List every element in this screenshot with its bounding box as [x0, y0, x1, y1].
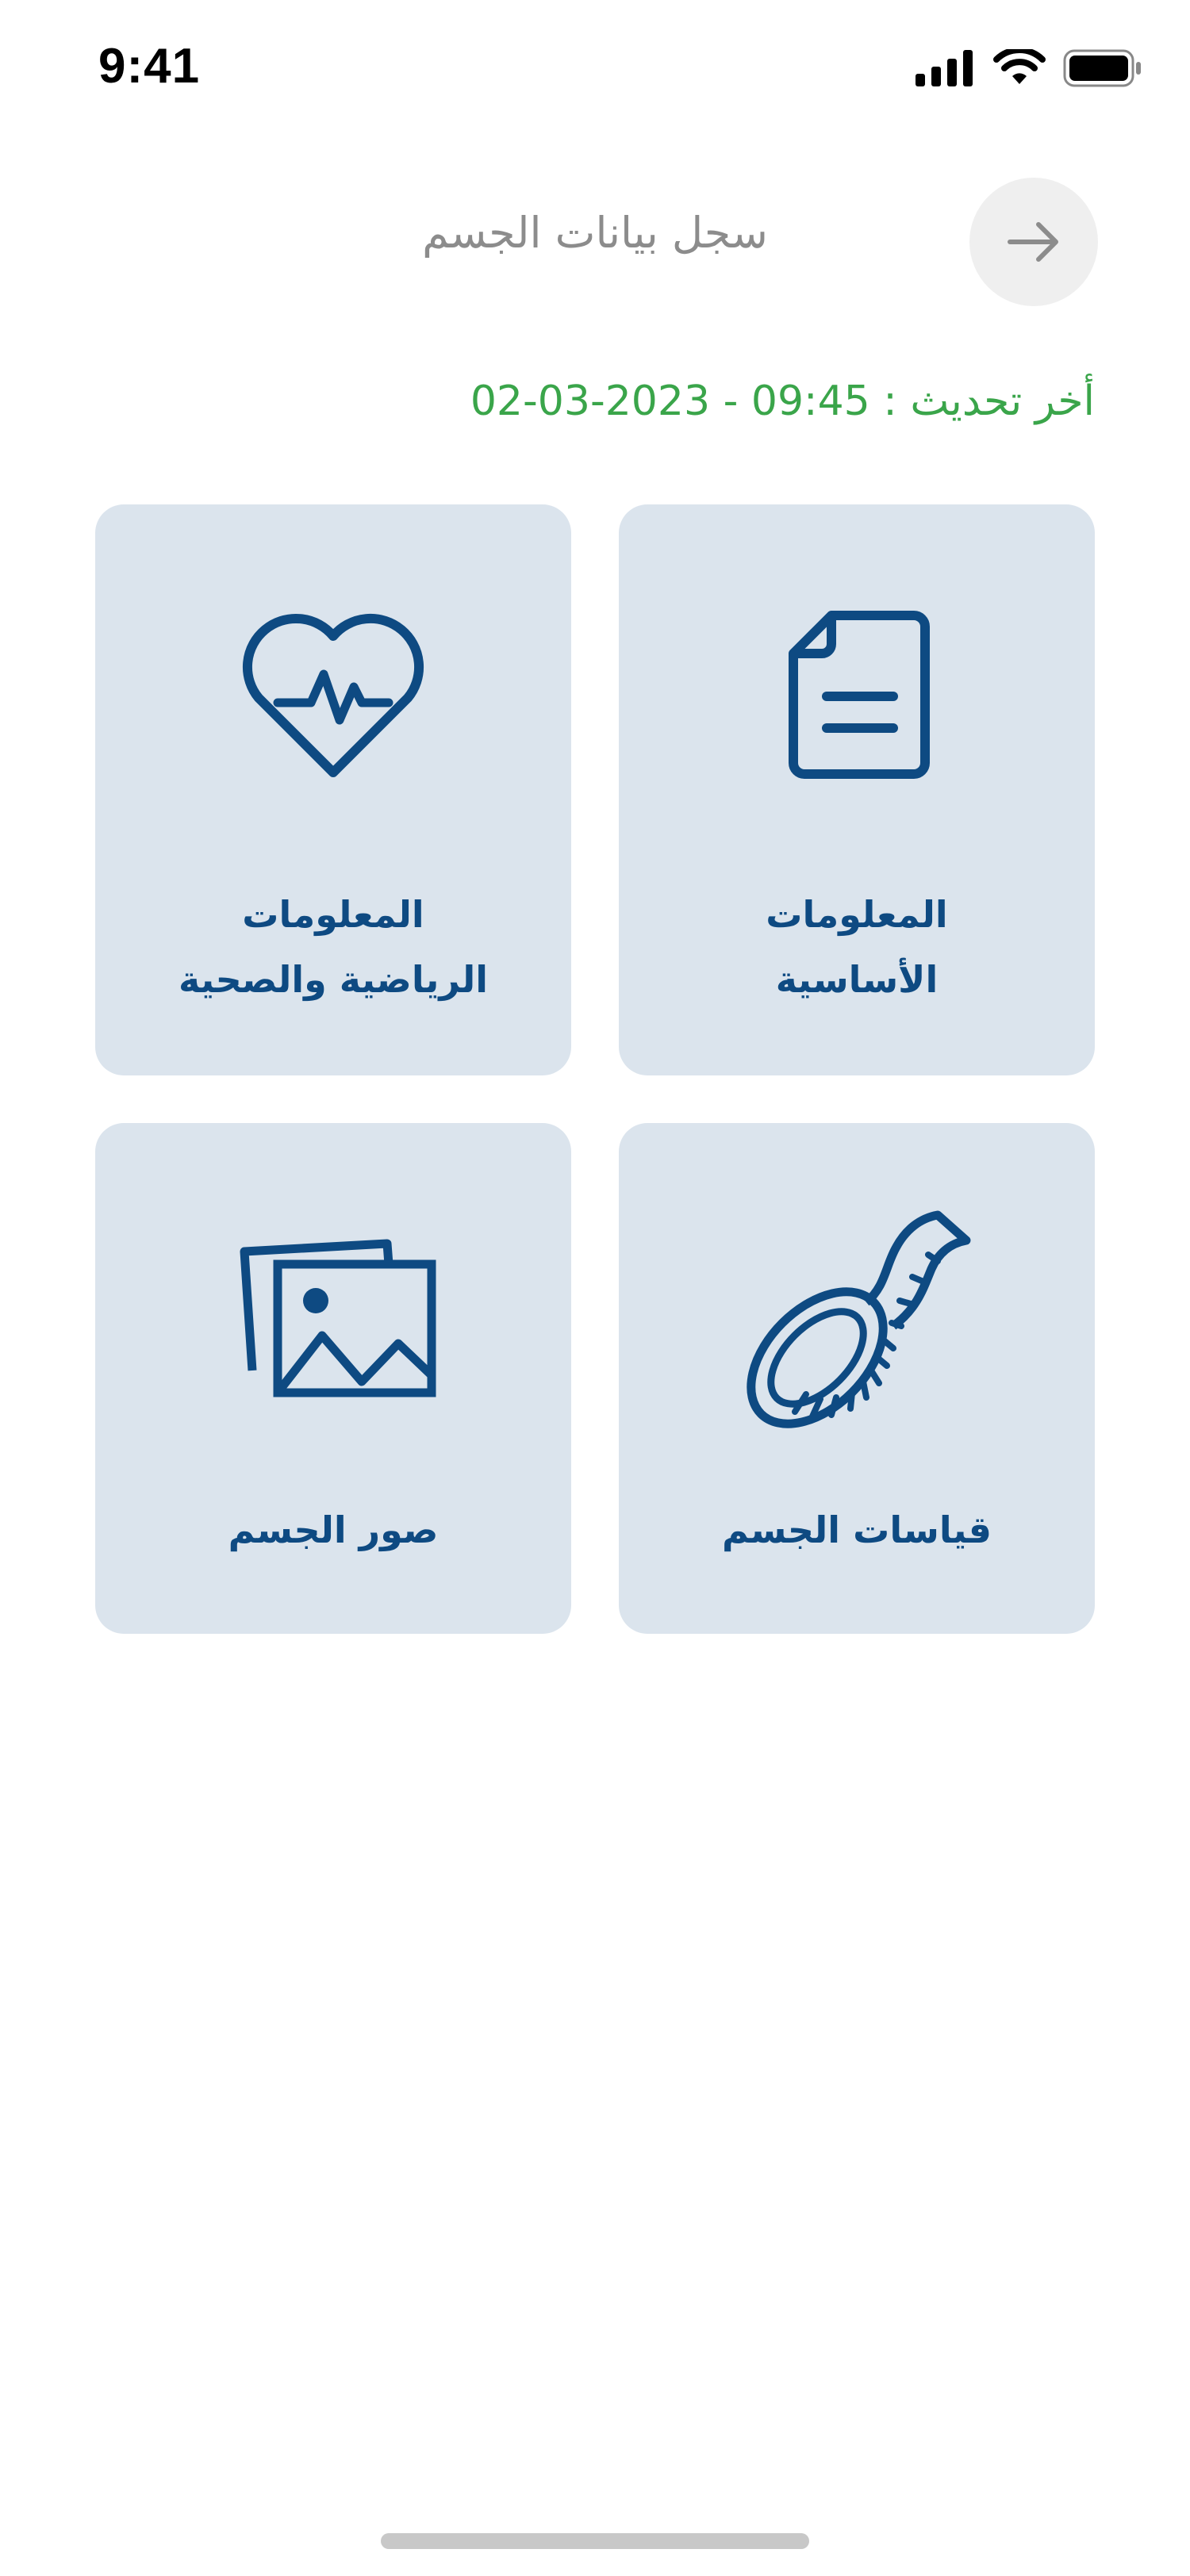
card-label-line1: المعلومات	[766, 893, 948, 936]
card-label-line1: قياسات الجسم	[722, 1508, 992, 1551]
document-icon	[789, 611, 930, 779]
card-label-line2: الأساسية	[775, 958, 939, 1001]
status-time: 9:41	[98, 39, 201, 94]
cellular-signal-icon	[916, 50, 973, 86]
images-icon	[240, 1239, 436, 1397]
sports-health-info-card[interactable]: المعلومات الرياضية والصحية	[95, 504, 571, 1075]
icon-container	[619, 1199, 1095, 1437]
card-label: المعلومات الأساسية	[619, 882, 1095, 1012]
icon-container	[95, 608, 571, 782]
heart-pulse-icon	[242, 613, 424, 777]
home-indicator[interactable]	[381, 2533, 809, 2549]
back-button[interactable]	[969, 178, 1098, 306]
card-label-line1: المعلومات	[242, 893, 424, 936]
card-label: قياسات الجسم	[619, 1497, 1095, 1562]
card-label: المعلومات الرياضية والصحية	[95, 882, 571, 1012]
card-label-line2: الرياضية والصحية	[178, 958, 489, 1001]
header: سجل بيانات الجسم	[0, 174, 1190, 309]
card-label: صور الجسم	[95, 1497, 571, 1562]
body-photos-card[interactable]: صور الجسم	[95, 1123, 571, 1634]
status-icons	[916, 49, 1142, 87]
measuring-tape-icon	[747, 1210, 971, 1428]
card-label-line1: صور الجسم	[228, 1508, 439, 1551]
body-measurements-card[interactable]: قياسات الجسم	[619, 1123, 1095, 1634]
icon-container	[95, 1225, 571, 1415]
status-bar: 9:41	[0, 0, 1190, 143]
last-update-text: أخر تحديث : 09:45 - 2023-03-02	[470, 378, 1095, 425]
basic-info-card[interactable]: المعلومات الأساسية	[619, 504, 1095, 1075]
icon-container	[619, 608, 1095, 782]
arrow-right-icon	[1008, 222, 1058, 262]
battery-icon	[1063, 49, 1141, 87]
page-title: سجل بيانات الجسم	[422, 208, 768, 258]
wifi-icon	[993, 49, 1046, 84]
